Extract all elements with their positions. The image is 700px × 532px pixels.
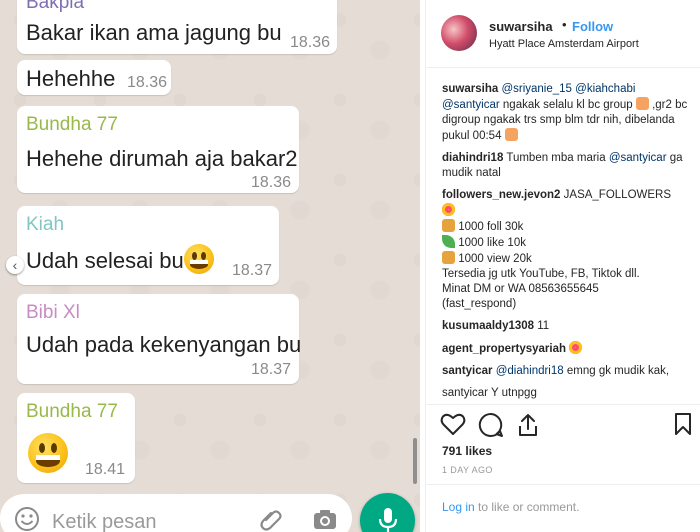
heart-eyes-emoji-icon [569,341,583,354]
comment-line: Minat DM or WA 08563655645 [442,283,599,295]
share-icon[interactable] [516,412,540,438]
message-time: 18.37 [251,361,292,378]
bookmark-icon[interactable] [674,412,692,436]
follow-button[interactable]: Follow [572,19,613,34]
divider [426,404,700,405]
message-time: 18.41 [85,461,126,478]
comment-line: 1000 foll 30k [458,221,524,233]
separator-dot: • [562,17,567,32]
mention-link[interactable]: @sriyanie_15 [501,83,572,95]
grinning-face-icon [184,244,214,274]
post-actions [440,412,692,438]
message-bubble: Bakpia Bakar ikan ama jagung bu 18.36 [17,0,337,54]
post-header: suwarsiha • Follow Hyatt Place Amsterdam… [426,0,700,68]
comment-user[interactable]: suwarsiha [442,83,498,95]
laughing-emoji-icon [635,97,649,110]
message-sender: Bibi Xl [26,302,80,323]
login-text: to like or comment. [474,500,580,514]
money-emoji-icon [442,219,455,232]
comment-user[interactable]: diahindri18 [442,152,503,164]
username[interactable]: suwarsiha [489,19,553,34]
message-text: Hehehe dirumah aja bakar2 [26,146,298,171]
comment-user[interactable]: santyicar [442,365,493,377]
comment-text: ngakak selalu kl bc group [499,99,636,111]
previous-arrow-icon[interactable]: ‹ [6,256,24,274]
comment-line: 1000 view 20k [458,253,532,265]
avatar[interactable] [441,15,477,51]
divider [426,484,700,485]
comment: followers_new.jevon2 JASA_FOLLOWERS 1000… [442,188,692,312]
heart-icon[interactable] [440,412,466,436]
heart-eyes-emoji-icon [442,203,455,216]
message-sender: Bundha 77 [26,114,118,135]
attach-icon[interactable] [258,506,284,532]
comment-text: Tumben mba maria [503,152,609,164]
message-input-placeholder[interactable]: Ketik pesan [52,511,157,532]
scrollbar-thumb[interactable] [413,438,417,484]
comment: agent_propertysyariah [442,341,692,357]
laughing-emoji-icon [504,128,518,141]
comment-line: Tersedia jg utk YouTube, FB, Tiktok dll. [442,268,640,280]
message-text: Udah selesai bu [26,248,184,273]
comment-icon[interactable] [478,412,504,438]
mention-link[interactable]: @diahindri18 [496,365,564,377]
login-prompt: Log in to like or comment. [442,500,579,514]
likes-count[interactable]: 791 likes [442,444,492,458]
message-bubble: Bibi Xl Udah pada kekenyangan bu 18.37 [17,294,302,384]
comment-partial: santyicar Y utnpgg [442,387,537,399]
instagram-post-panel: suwarsiha • Follow Hyatt Place Amsterdam… [425,0,700,532]
location-link[interactable]: Hyatt Place Amsterdam Airport [489,38,639,50]
comment: suwarsiha @sriyanie_15 @kiahchabi @santy… [442,82,692,144]
message-text: Bakar ikan ama jagung bu [26,20,282,45]
comment-text: JASA_FOLLOWERS [560,189,672,201]
login-link[interactable]: Log in [442,500,475,514]
message-time: 18.36 [251,174,292,191]
comment-list: suwarsiha @sriyanie_15 @kiahchabi @santy… [442,82,692,402]
grinning-face-icon [28,433,68,473]
message-bubble: Bundha 77 Hehehe dirumah aja bakar2 18.3… [17,106,299,193]
message-bubble: Kiah Udah selesai bu 18.37 [17,206,279,285]
message-text: Udah pada kekenyangan bu [26,332,302,357]
message-sender: Bundha 77 [26,401,118,422]
message-bubble: Hehehhe 18.36 [17,60,171,95]
comment-line: 1000 like 10k [458,237,526,249]
comment-text: 11 [534,320,550,332]
comment-user[interactable]: agent_propertysyariah [442,343,566,355]
message-time: 18.36 [290,34,331,51]
leaf-emoji-icon [442,235,455,248]
money-emoji-icon [442,251,455,264]
voice-message-button[interactable] [360,493,415,532]
message-text: Hehehhe [26,66,116,91]
comment-user[interactable]: followers_new.jevon2 [442,189,560,201]
chat-screenshot: Bakpia Bakar ikan ama jagung bu 18.36 He… [0,0,420,532]
microphone-icon [378,508,398,532]
comment-text: emng gk mudik kak, [563,365,670,377]
comment: diahindri18 Tumben mba maria @santyicar … [442,151,692,181]
comment-user[interactable]: kusumaaldy1308 [442,320,534,332]
message-time: 18.36 [127,74,168,91]
camera-icon[interactable] [312,507,338,531]
mention-link[interactable]: @kiahchabi [575,83,635,95]
comment: santyicar @diahindri18 emng gk mudik kak… [442,364,692,379]
post-age: 1 DAY AGO [442,465,493,475]
emoji-icon[interactable] [14,506,40,532]
message-bubble: Bundha 77 18.41 [17,393,135,483]
comment-line: (fast_respond) [442,298,517,310]
mention-link[interactable]: @santyicar [609,152,667,164]
mention-link[interactable]: @santyicar [442,99,500,111]
message-sender: Kiah [26,214,65,235]
message-input-bar[interactable]: Ketik pesan [0,494,352,532]
message-time: 18.37 [232,262,273,279]
comment: kusumaaldy1308 11 [442,319,692,334]
message-sender: Bakpia [26,0,85,13]
